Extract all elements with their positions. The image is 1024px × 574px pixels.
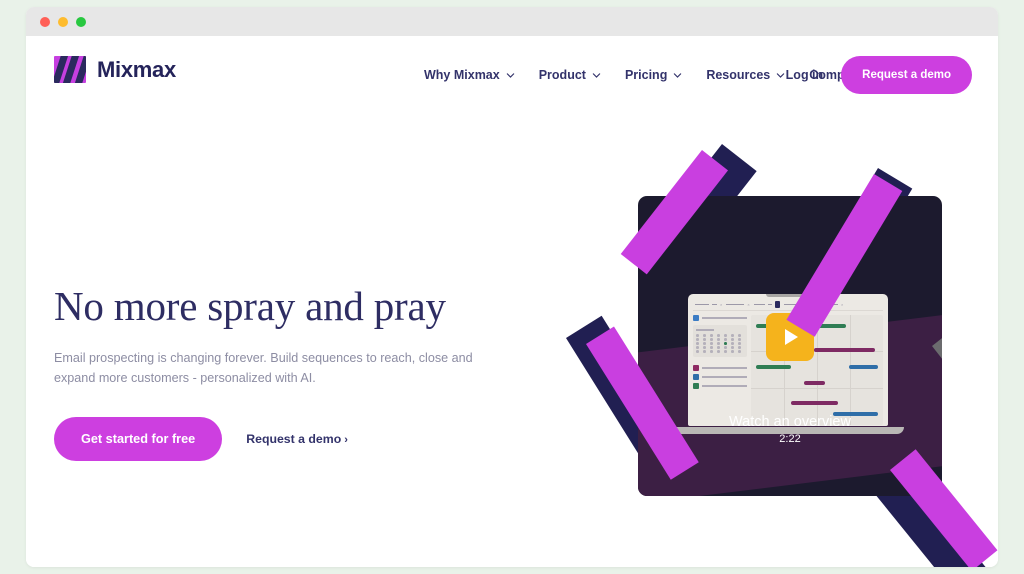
toolbar-item-active: [753, 301, 780, 308]
site-header: Mixmax Why Mixmax Product Pricing Resour…: [26, 36, 998, 108]
hero-subtitle: Email prospecting is changing forever. B…: [54, 350, 473, 386]
close-icon: ×: [841, 301, 844, 307]
placeholder-dash: [753, 303, 765, 306]
laptop-base: [672, 427, 904, 434]
login-link[interactable]: Log in: [786, 68, 824, 82]
legend-item-label: [702, 384, 747, 387]
calendar-event: [756, 364, 791, 369]
request-demo-button[interactable]: Request a demo: [841, 56, 972, 94]
request-demo-link[interactable]: Request a demo ›: [246, 432, 348, 446]
toolbar-item: ×: [726, 301, 750, 307]
legend-item: [693, 364, 747, 371]
window-minimize-button[interactable]: [58, 16, 68, 27]
header-actions: Log in Request a demo: [786, 56, 972, 94]
calendar-icon: [693, 315, 699, 321]
nav-item-label: Pricing: [624, 68, 668, 82]
hero-copy: No more spray and pray Email prospecting…: [54, 283, 524, 461]
legend-item: [693, 382, 747, 389]
browser-titlebar: [26, 7, 998, 36]
page-viewport: Mixmax Why Mixmax Product Pricing Resour…: [26, 36, 998, 567]
logo-wordmark: Mixmax: [97, 56, 176, 82]
nav-item-label: Product: [538, 68, 586, 82]
chevron-down-icon: [592, 71, 601, 80]
placeholder-dash: [726, 303, 745, 306]
play-triangle: [785, 329, 798, 345]
app-legend: [693, 364, 747, 389]
nav-item-label: Why Mixmax: [424, 68, 500, 82]
nav-item-resources[interactable]: Resources: [694, 62, 797, 88]
calendar-event: [814, 348, 876, 352]
chevron-down-icon: [673, 71, 682, 80]
calendar-event: [803, 381, 825, 385]
window-maximize-button[interactable]: [76, 16, 86, 27]
nav-item-label: Resources: [706, 68, 771, 82]
nav-item-pricing[interactable]: Pricing: [613, 62, 694, 88]
nav-item-product[interactable]: Product: [527, 62, 613, 88]
placeholder-dash: [767, 303, 772, 306]
chevron-down-icon: [776, 71, 785, 80]
legend-item-label: [702, 366, 747, 369]
mini-calendar: [693, 325, 747, 357]
nav-item-why-mixmax[interactable]: Why Mixmax: [412, 62, 527, 88]
window-close-button[interactable]: [40, 16, 50, 27]
legend-color-swatch: [693, 373, 699, 380]
placeholder-dash: [712, 303, 717, 306]
calendar-event: [848, 364, 878, 369]
calendar-grid: [696, 334, 744, 353]
legend-item: [693, 373, 747, 380]
hero-video-graphic: × × × Watch an overview 2:22: [562, 144, 998, 567]
hero-cta-group: Get started for free Request a demo ›: [54, 416, 524, 461]
sidebar-item-calendar[interactable]: [693, 315, 747, 321]
chevron-down-icon: [506, 71, 515, 80]
close-icon: ×: [747, 301, 750, 307]
sidebar-item-label: [702, 317, 747, 319]
calendar-event: [790, 400, 839, 405]
app-toolbar: × × ×: [693, 299, 883, 311]
get-started-button[interactable]: Get started for free: [54, 416, 223, 461]
mixmax-logo-icon: [54, 56, 86, 83]
legend-color-swatch: [693, 364, 699, 371]
page-title: No more spray and pray: [54, 283, 446, 329]
toolbar-item: ×: [695, 301, 723, 307]
mini-calendar-title: [696, 329, 714, 331]
request-demo-link-label: Request a demo: [246, 431, 342, 446]
close-icon: ×: [720, 301, 723, 307]
calendar-event: [832, 411, 878, 416]
chevron-right-icon: ›: [344, 433, 348, 446]
logo[interactable]: Mixmax: [54, 56, 176, 83]
legend-item-label: [702, 375, 747, 378]
app-sidebar: [693, 315, 747, 425]
cursor-icon: [774, 301, 780, 308]
legend-color-swatch: [693, 382, 699, 389]
browser-window: Mixmax Why Mixmax Product Pricing Resour…: [26, 7, 998, 567]
placeholder-dash: [695, 303, 709, 306]
